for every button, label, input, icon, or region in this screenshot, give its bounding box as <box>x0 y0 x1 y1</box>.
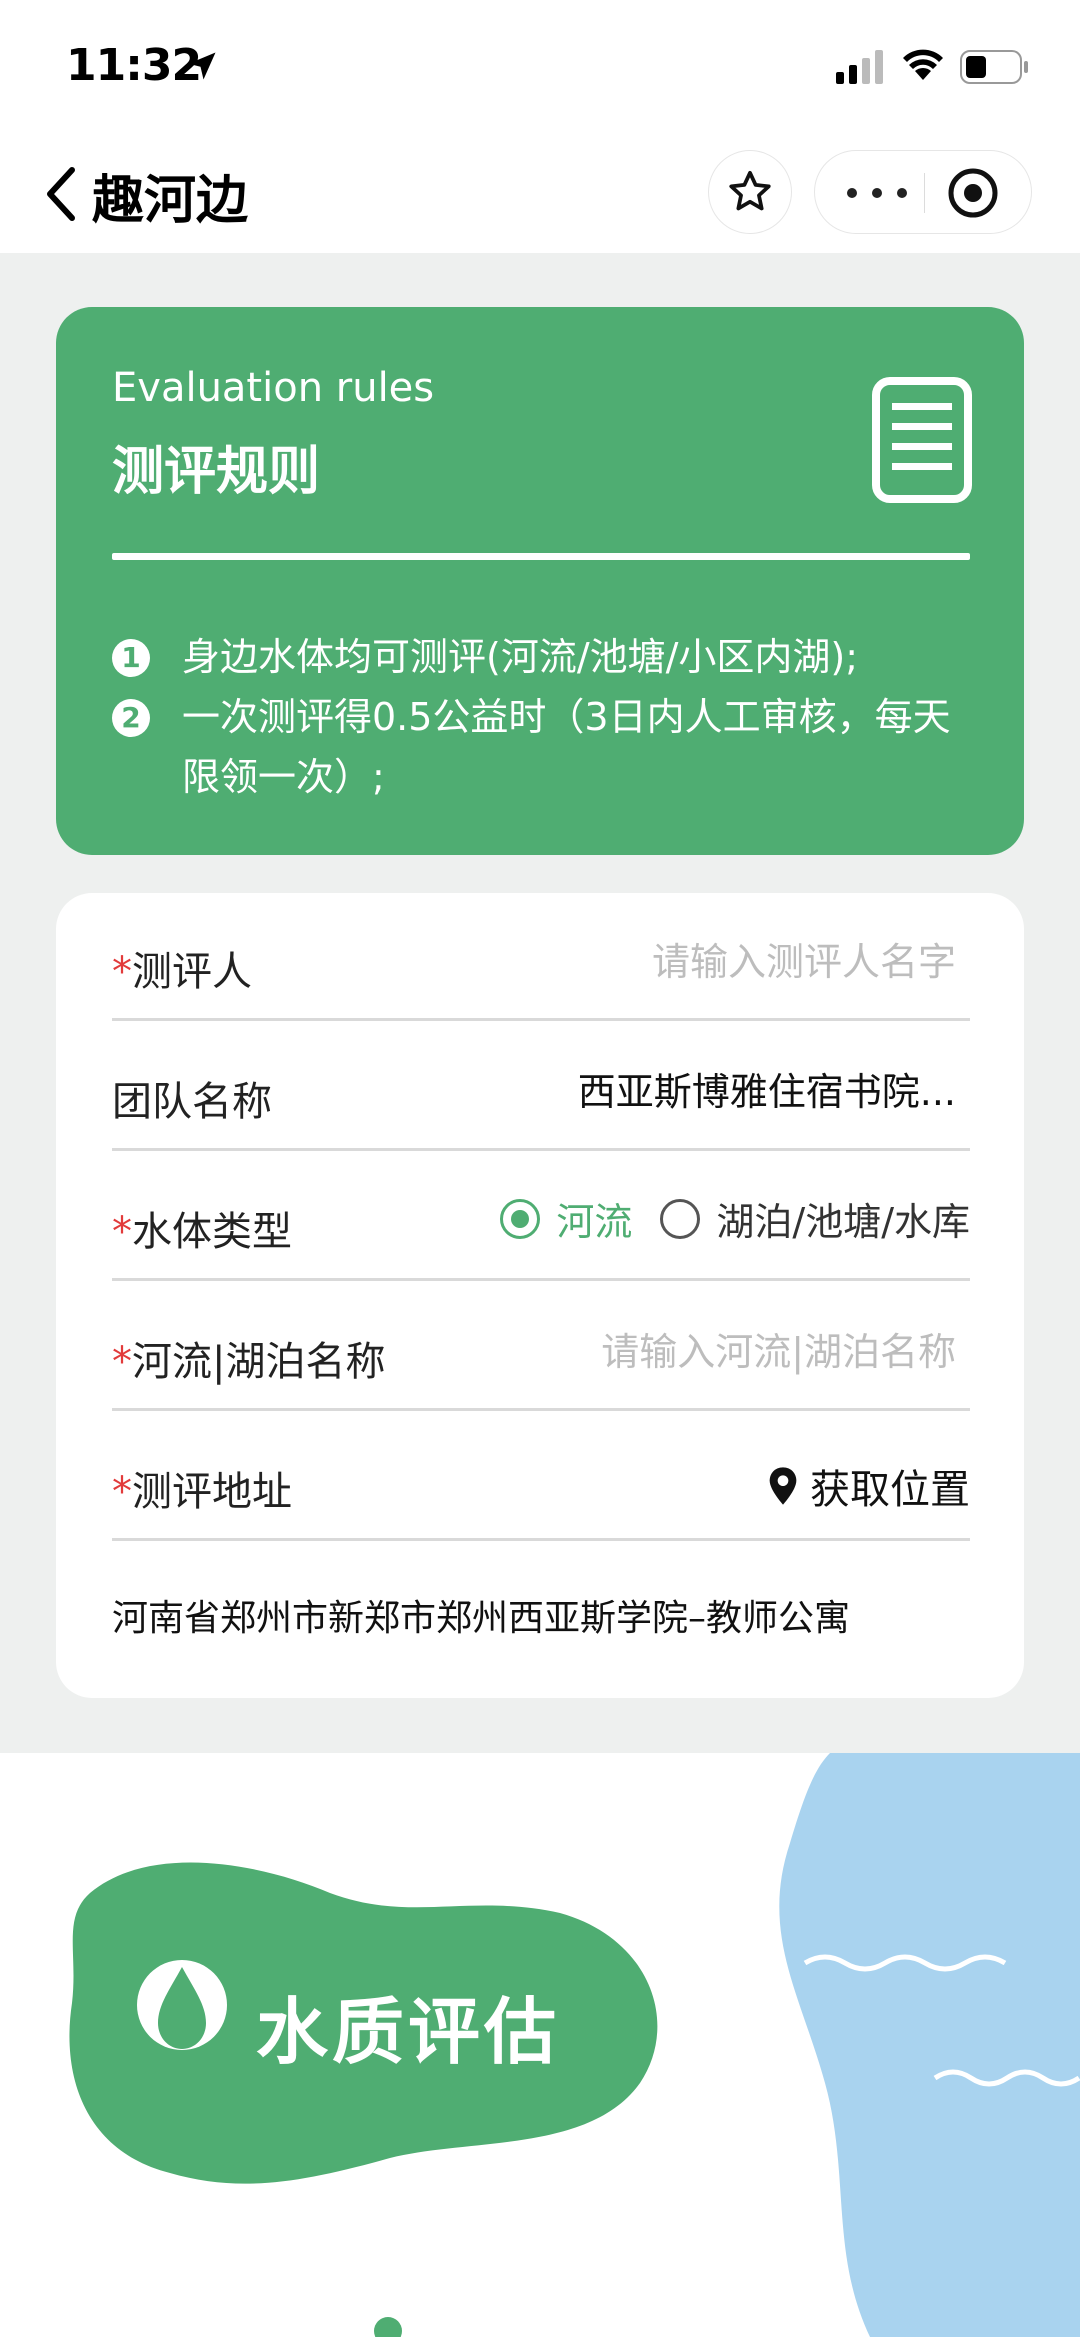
favorite-button[interactable] <box>708 150 792 234</box>
radio-river-label[interactable]: 河流 <box>556 1191 632 1246</box>
rules-title-en: Evaluation rules <box>112 365 435 411</box>
get-location-button[interactable]: 获取位置 <box>766 1457 970 1515</box>
water-type-label: *水体类型 <box>112 1209 292 1255</box>
rule-text: 身边水体均可测评(河流/池塘/小区内湖); <box>182 635 859 679</box>
water-type-row: *水体类型 河流 湖泊/池塘/水库 <box>112 1153 970 1281</box>
page-title: 趣河边 <box>92 171 249 231</box>
evaluator-row: *测评人 请输入测评人名字 <box>112 893 970 1021</box>
address-row: *测评地址 获取位置 <box>112 1413 970 1541</box>
close-target-icon[interactable] <box>947 167 999 219</box>
water-quality-banner[interactable]: 水质评估 <box>0 1753 1080 2337</box>
address-value: 河南省郑州市新郑市郑州西亚斯学院–教师公寓 <box>112 1598 851 1639</box>
rules-title-zh: 测评规则 <box>112 442 321 502</box>
rules-divider <box>112 553 970 560</box>
rule-number-badge: 2 <box>112 699 150 737</box>
team-row: 团队名称 西亚斯博雅住宿书院... <box>112 1023 970 1151</box>
get-location-label: 获取位置 <box>810 1467 970 1513</box>
rule-number-badge: 1 <box>112 639 150 677</box>
more-menu-icon[interactable] <box>847 173 907 213</box>
required-mark: * <box>112 1339 132 1385</box>
team-value[interactable]: 西亚斯博雅住宿书院... <box>578 1061 956 1116</box>
capsule-divider <box>924 173 925 213</box>
battery-icon <box>960 50 1028 84</box>
evaluator-label: *测评人 <box>112 949 252 995</box>
evaluation-rules-card: Evaluation rules 测评规则 1 身边水体均可测评(河流/池塘/小… <box>56 307 1024 855</box>
back-chevron-icon[interactable] <box>40 164 80 224</box>
address-label: *测评地址 <box>112 1469 292 1515</box>
water-type-radio-group: 河流 湖泊/池塘/水库 <box>500 1191 970 1246</box>
status-time: 11:32 <box>66 40 202 91</box>
evaluation-form-card: *测评人 请输入测评人名字 团队名称 西亚斯博雅住宿书院... *水体类型 河流… <box>56 893 1024 1698</box>
required-mark: * <box>112 1469 132 1515</box>
document-list-icon <box>872 377 972 503</box>
rule-text: 一次测评得0.5公益时（3日内人工审核，每天限领一次）; <box>182 695 951 799</box>
radio-lake[interactable] <box>660 1198 701 1239</box>
wifi-icon <box>903 49 943 80</box>
cellular-signal-icon <box>836 50 883 84</box>
rule-item: 1 身边水体均可测评(河流/池塘/小区内湖); <box>112 627 982 687</box>
location-arrow-icon <box>188 52 216 80</box>
water-name-label: *河流|湖泊名称 <box>112 1339 386 1385</box>
mini-program-capsule <box>814 150 1032 234</box>
radio-lake-label[interactable]: 湖泊/池塘/水库 <box>716 1191 970 1246</box>
required-mark: * <box>112 949 132 995</box>
evaluator-input[interactable]: 请输入测评人名字 <box>652 931 956 986</box>
status-bar: 11:32 <box>0 0 1080 140</box>
radio-river[interactable] <box>500 1198 541 1239</box>
required-mark: * <box>112 1209 132 1255</box>
banner-title: 水质评估 <box>256 1990 561 2074</box>
nav-bar: 趣河边 <box>0 140 1080 253</box>
team-label: 团队名称 <box>112 1079 272 1125</box>
star-icon <box>729 170 771 211</box>
water-name-input[interactable]: 请输入河流|湖泊名称 <box>601 1321 956 1376</box>
water-name-row: *河流|湖泊名称 请输入河流|湖泊名称 <box>112 1283 970 1411</box>
rule-item: 2 一次测评得0.5公益时（3日内人工审核，每天限领一次）; <box>112 687 982 807</box>
location-pin-icon <box>769 1467 797 1505</box>
